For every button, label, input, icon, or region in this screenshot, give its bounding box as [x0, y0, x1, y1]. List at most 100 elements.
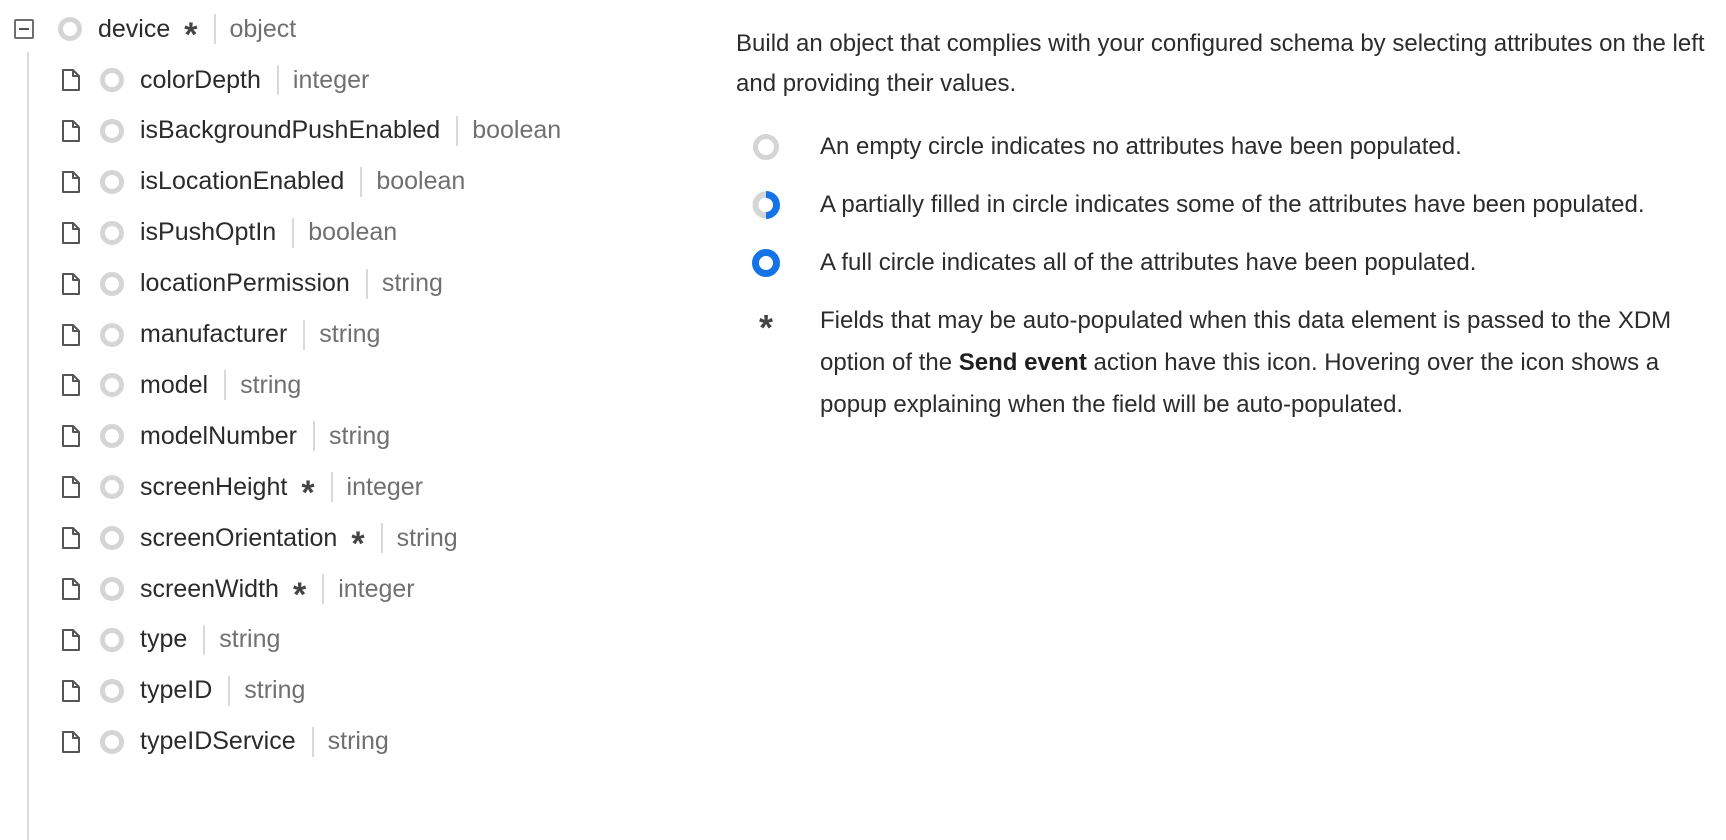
empty-circle-icon [100, 118, 124, 143]
document-icon [62, 272, 82, 296]
separator [276, 65, 279, 95]
empty-circle-icon [100, 271, 124, 296]
asterisk-icon[interactable]: * [301, 476, 314, 510]
node-name: device [98, 14, 171, 43]
separator [360, 166, 363, 197]
node-name: type [140, 625, 188, 654]
collapse-minus-icon[interactable] [14, 19, 34, 39]
tree-node-typeIDService[interactable]: typeIDService string [62, 722, 389, 762]
node-type: boolean [376, 167, 466, 196]
asterisk-icon: * [758, 307, 773, 348]
document-icon [62, 424, 82, 448]
node-type: string [240, 370, 302, 399]
node-name: modelNumber [140, 421, 298, 450]
tree-node-locationPermission[interactable]: locationPermission string [62, 264, 443, 304]
document-icon [62, 730, 82, 754]
node-name: screenOrientation [140, 523, 338, 552]
node-name: isLocationEnabled [140, 167, 345, 196]
empty-circle-icon [100, 220, 124, 245]
separator [365, 268, 368, 299]
tree-node-colorDepth[interactable]: colorDepth integer [62, 60, 369, 100]
tree-node-isPushOptIn[interactable]: isPushOptIn boolean [62, 213, 397, 253]
empty-circle-icon [753, 134, 779, 160]
legend-text-empty: An empty circle indicates no attributes … [820, 133, 1462, 160]
node-type: boolean [472, 116, 562, 145]
document-icon [62, 526, 82, 550]
empty-circle-icon [100, 729, 124, 754]
node-type: boolean [308, 218, 398, 247]
empty-circle-icon [100, 169, 124, 194]
tree-node-screenOrientation[interactable]: screenOrientation * string [62, 518, 458, 561]
empty-circle-icon [100, 526, 124, 551]
legend-text-auto: Fields that may be auto-populated when t… [820, 300, 1716, 426]
separator [292, 217, 295, 248]
empty-circle-icon [100, 322, 124, 347]
separator [224, 370, 227, 401]
asterisk-icon[interactable]: * [351, 527, 364, 561]
tree-guide-line [27, 52, 29, 840]
tree-node-isLocationEnabled[interactable]: isLocationEnabled boolean [62, 162, 465, 202]
empty-circle-icon [100, 577, 124, 601]
node-name: isBackgroundPushEnabled [140, 116, 441, 145]
node-type: string [327, 727, 389, 756]
tree-node-model[interactable]: model string [62, 365, 301, 405]
document-icon [62, 68, 82, 92]
empty-circle-icon [100, 475, 124, 500]
node-type: string [396, 523, 458, 552]
document-icon [62, 119, 82, 143]
separator [322, 574, 325, 604]
legend-text-full: A full circle indicates all of the attri… [820, 249, 1477, 276]
node-type: string [319, 320, 381, 348]
tree-node-isBackgroundPushEnabled[interactable]: isBackgroundPushEnabled boolean [62, 111, 561, 151]
tree-node-screenWidth[interactable]: screenWidth * integer [62, 569, 415, 612]
intro-text: Build an object that complies with your … [736, 30, 1705, 97]
node-type: string [219, 625, 281, 654]
node-name: colorDepth [140, 65, 261, 94]
tree-node-device[interactable]: device * object [14, 9, 297, 52]
separator [330, 472, 333, 503]
document-icon [62, 323, 82, 347]
empty-circle-icon [100, 678, 124, 703]
asterisk-icon[interactable]: * [293, 578, 306, 612]
separator [213, 14, 216, 44]
node-type: integer [338, 574, 415, 603]
node-type: integer [292, 65, 370, 94]
empty-circle-icon [100, 68, 124, 92]
document-icon [62, 373, 82, 397]
tree-node-screenHeight[interactable]: screenHeight * integer [62, 467, 423, 510]
node-name: typeIDService [140, 727, 296, 756]
schema-tree: device * object colorDepth integer isBackg… [0, 0, 700, 840]
document-icon [62, 628, 82, 652]
legend-list: An empty circle indicates no attributes … [736, 126, 1716, 426]
tree-node-manufacturer[interactable]: manufacturer string [62, 315, 380, 355]
node-name: isPushOptIn [140, 218, 277, 247]
node-type: string [244, 676, 306, 705]
document-icon [62, 577, 82, 601]
legend-item-full: A full circle indicates all of the attri… [736, 242, 1716, 284]
legend-item-empty: An empty circle indicates no attributes … [736, 126, 1716, 168]
separator [228, 675, 231, 706]
partial-circle-icon [752, 191, 780, 219]
asterisk-icon[interactable]: * [184, 18, 197, 52]
node-type: integer [346, 472, 423, 501]
empty-circle-icon [100, 424, 124, 449]
separator [456, 115, 459, 146]
legend-item-auto: * Fields that may be auto-populated when… [736, 300, 1716, 426]
separator [380, 523, 383, 554]
separator [303, 319, 306, 350]
tree-node-modelNumber[interactable]: modelNumber string [62, 416, 390, 456]
node-type: object [229, 14, 297, 43]
node-type: string [381, 269, 443, 298]
document-icon [62, 170, 82, 194]
legend-text-partial: A partially filled in circle indicates s… [820, 191, 1645, 218]
node-name: locationPermission [140, 269, 350, 298]
tree-node-type[interactable]: type string [62, 620, 280, 660]
legend-text-auto-bold: Send event [958, 349, 1087, 376]
document-icon [62, 221, 82, 245]
node-name: typeID [140, 676, 213, 705]
empty-circle-icon [58, 17, 82, 41]
separator [313, 421, 316, 452]
tree-node-typeID[interactable]: typeID string [62, 671, 305, 711]
empty-circle-icon [100, 373, 124, 398]
full-circle-icon [752, 249, 780, 277]
